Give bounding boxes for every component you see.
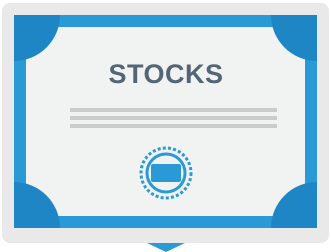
stock-certificate-icon: STOCKS [2,3,329,252]
seal-center-mark [151,164,181,182]
certificate-ribbon-tab [147,243,185,252]
certificate-text-line-2 [70,116,277,120]
certificate-text-line-1 [70,108,277,112]
certificate-paper [26,27,305,216]
stock-certificate-illustration: STOCKS [0,0,331,252]
certificate-title: STOCKS [108,59,223,89]
certificate-text-line-3 [70,124,277,128]
